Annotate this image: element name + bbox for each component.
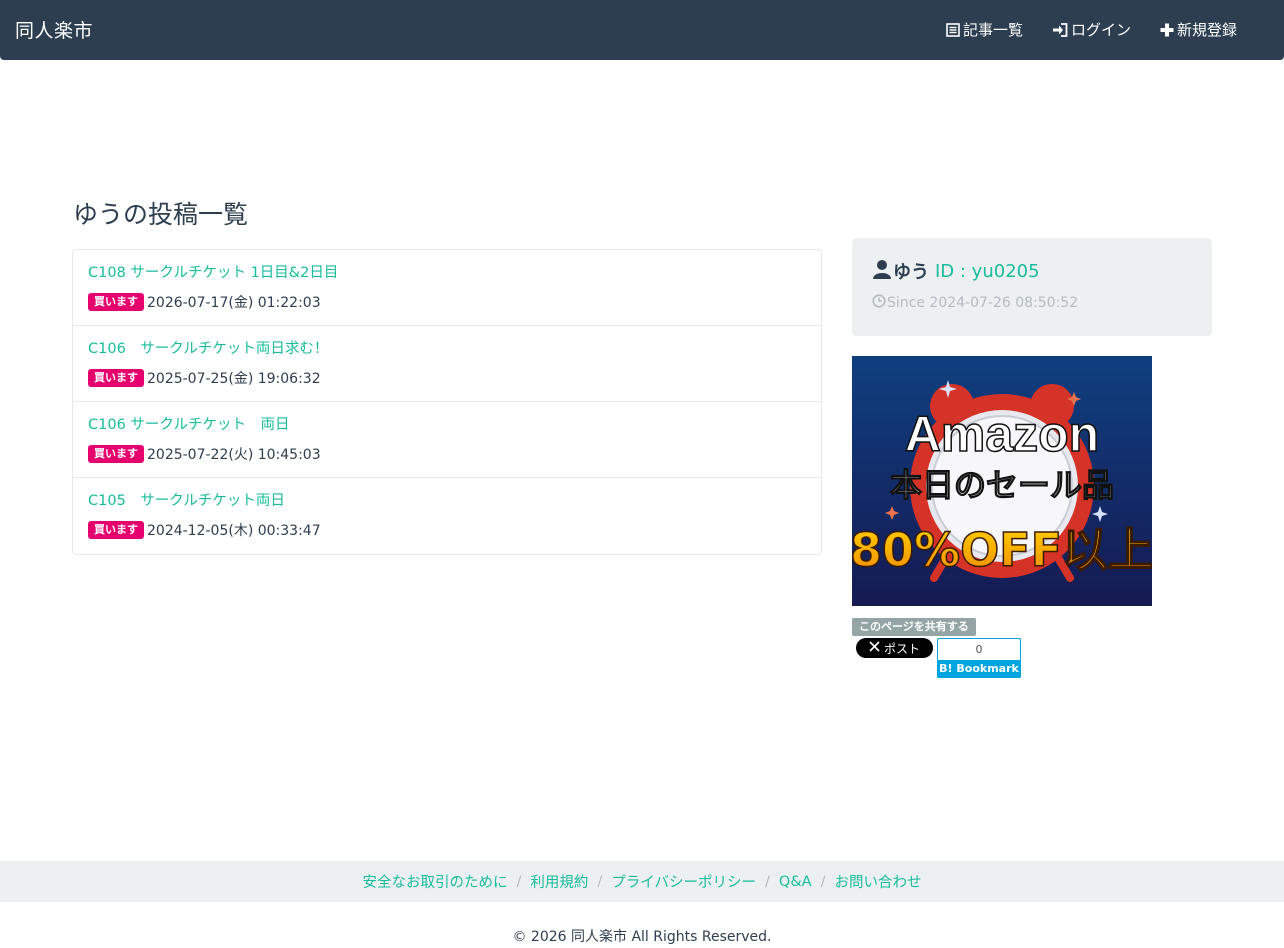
buy-badge: 買います [88,293,144,311]
x-post-button[interactable]: ポスト [856,638,933,658]
user-icon [872,259,892,284]
profile-since: Since 2024-07-26 08:50:52 [872,294,1078,312]
profile-user-id: ID : yu0205 [935,260,1040,282]
hatena-count: 0 [975,643,983,656]
post-date: 2024-12-05(木) 00:33:47 [147,523,321,539]
navbar: 同人楽市 記事一覧 ログイン 新規登録 [0,0,1284,60]
share-label: このページを共有する [852,618,976,636]
login-icon [1053,22,1068,37]
post-list: C108 サークルチケット 1日目&2日目 買います 2026-07-17(金)… [72,249,822,555]
post-meta: 買います 2026-07-17(金) 01:22:03 [88,292,806,312]
hatena-b-icon: B! [939,662,953,675]
ad-subline: 本日のセール品 [890,466,1114,504]
x-post-label: ポスト [883,641,920,656]
footer-separator: / [820,873,826,890]
footer-separator: / [516,873,522,890]
post-date: 2026-07-17(金) 01:22:03 [147,295,321,311]
nav-article-list[interactable]: 記事一覧 [946,19,1023,40]
nav-article-list-label: 記事一覧 [963,21,1024,39]
post-meta: 買います 2024-12-05(木) 00:33:47 [88,520,806,540]
profile-username: ゆう [893,262,929,283]
footer-links: 安全なお取引のために / 利用規約 / プライバシーポリシー / Q&A / お… [0,861,1284,902]
buy-badge: 買います [88,521,144,539]
brand-logo[interactable]: 同人楽市 [15,16,93,43]
list-item: C108 サークルチケット 1日目&2日目 買います 2026-07-17(金)… [73,250,821,326]
nav-login[interactable]: ログイン [1053,19,1131,40]
post-title-link[interactable]: C105 サークルチケット両日 [88,491,806,511]
copyright: © 2026 同人楽市 All Rights Reserved. [512,929,772,945]
profile-panel: ゆう ID : yu0205 Since 2024-07-26 08:50:52 [852,238,1212,336]
post-meta: 買います 2025-07-25(金) 19:06:32 [88,368,806,388]
list-item: C105 サークルチケット両日 買います 2024-12-05(木) 00:33… [73,478,821,554]
footer-link-terms[interactable]: 利用規約 [530,871,588,892]
buy-badge: 買います [88,445,144,463]
post-title-link[interactable]: C106 サークルチケット両日求む！ [88,339,806,359]
footer-link-qa[interactable]: Q&A [779,874,812,890]
list-item: C106 サークルチケット両日求む！ 買います 2025-07-25(金) 19… [73,326,821,402]
footer-separator: / [765,873,770,890]
footer-link-contact[interactable]: お問い合わせ [834,871,921,892]
clock-icon [872,294,886,312]
profile-header: ゆう ID : yu0205 [872,258,1040,284]
page-title: ゆうの投稿一覧 [73,200,249,229]
post-title-link[interactable]: C108 サークルチケット 1日目&2日目 [88,263,806,283]
ad-headline: Amazon [905,406,1099,462]
nav-register-label: 新規登録 [1177,21,1238,39]
nav-login-label: ログイン [1071,21,1132,39]
list-icon [946,22,960,37]
hatena-bookmark-button[interactable]: 0 B! Bookmark [937,638,1021,678]
profile-since-text: Since 2024-07-26 08:50:52 [887,295,1079,311]
hatena-bookmark-text: Bookmark [956,662,1019,675]
buy-badge: 買います [88,369,144,387]
post-title-link[interactable]: C106 サークルチケット 両日 [88,415,806,435]
post-date: 2025-07-25(金) 19:06:32 [147,371,321,387]
nav-register[interactable]: 新規登録 [1160,19,1237,40]
list-item: C106 サークルチケット 両日 買います 2025-07-22(火) 10:4… [73,402,821,478]
ad-discount: 80%OFF以上 [852,523,1152,577]
post-date: 2025-07-22(火) 10:45:03 [147,447,321,463]
plus-icon [1160,23,1174,37]
post-meta: 買います 2025-07-22(火) 10:45:03 [88,444,806,464]
x-logo-icon [869,641,880,655]
footer-separator: / [597,873,603,890]
footer-link-privacy[interactable]: プライバシーポリシー [611,871,756,892]
amazon-sale-banner[interactable]: Amazon 本日のセール品 80%OFF以上 [852,356,1152,606]
hatena-bookmark-label: B! Bookmark [937,660,1021,678]
footer-link-safety[interactable]: 安全なお取引のために [363,871,508,892]
